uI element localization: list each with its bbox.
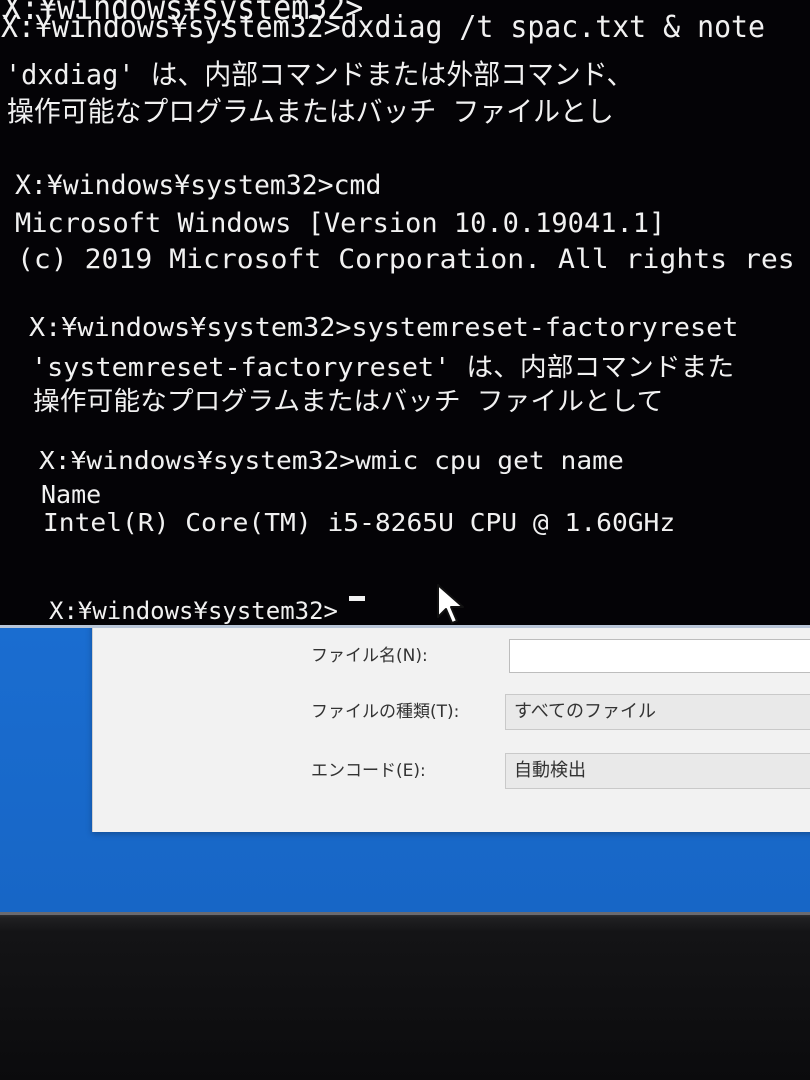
console-line: 操作可能なプログラムまたはバッチ ファイルとして [33, 387, 664, 417]
monitor-bezel [0, 912, 810, 1080]
text-cursor [349, 596, 365, 601]
filename-label: ファイル名(N): [311, 646, 428, 666]
save-dialog: ファイル名(N): ファイルの種類(T): すべてのファイル エンコード(E):… [92, 620, 810, 832]
filetype-label: ファイルの種類(T): [311, 702, 460, 722]
filetype-row: ファイルの種類(T): すべてのファイル [93, 692, 810, 732]
console-line: 操作可能なプログラムまたはバッチ ファイルとし [7, 95, 614, 128]
command-prompt-window[interactable]: X:¥windows¥system32> X:¥windows¥system32… [0, 0, 810, 628]
console-line: 'dxdiag' は、内部コマンドまたは外部コマンド、 [5, 58, 634, 91]
encoding-label: エンコード(E): [311, 761, 426, 781]
filename-input[interactable] [509, 639, 810, 673]
filetype-select[interactable]: すべてのファイル [505, 694, 810, 730]
console-line: X:¥windows¥system32>cmd [15, 170, 382, 201]
console-line: Intel(R) Core(TM) i5-8265U CPU @ 1.60GHz [43, 508, 676, 537]
encoding-row: エンコード(E): 自動検出 [93, 751, 810, 791]
bezel-edge [0, 912, 810, 915]
monitor-screen: ファイル名(N): ファイルの種類(T): すべてのファイル エンコード(E):… [0, 0, 810, 912]
encoding-select[interactable]: 自動検出 [505, 753, 810, 789]
console-line: 'systemreset-factoryreset' は、内部コマンドまた [31, 353, 735, 383]
console-line: X:¥windows¥system32>systemreset-factoryr… [29, 313, 739, 343]
console-prompt: X:¥windows¥system32> [49, 597, 338, 625]
console-line: Name [41, 480, 102, 509]
console-line: X:¥windows¥system32>wmic cpu get name [39, 446, 624, 475]
console-line: Microsoft Windows [Version 10.0.19041.1] [15, 208, 666, 239]
console-line: (c) 2019 Microsoft Corporation. All righ… [17, 244, 795, 275]
mouse-pointer-icon [437, 584, 464, 624]
console-line: X:¥windows¥system32>dxdiag /t spac.txt &… [1, 10, 766, 45]
filename-row: ファイル名(N): [93, 636, 810, 676]
